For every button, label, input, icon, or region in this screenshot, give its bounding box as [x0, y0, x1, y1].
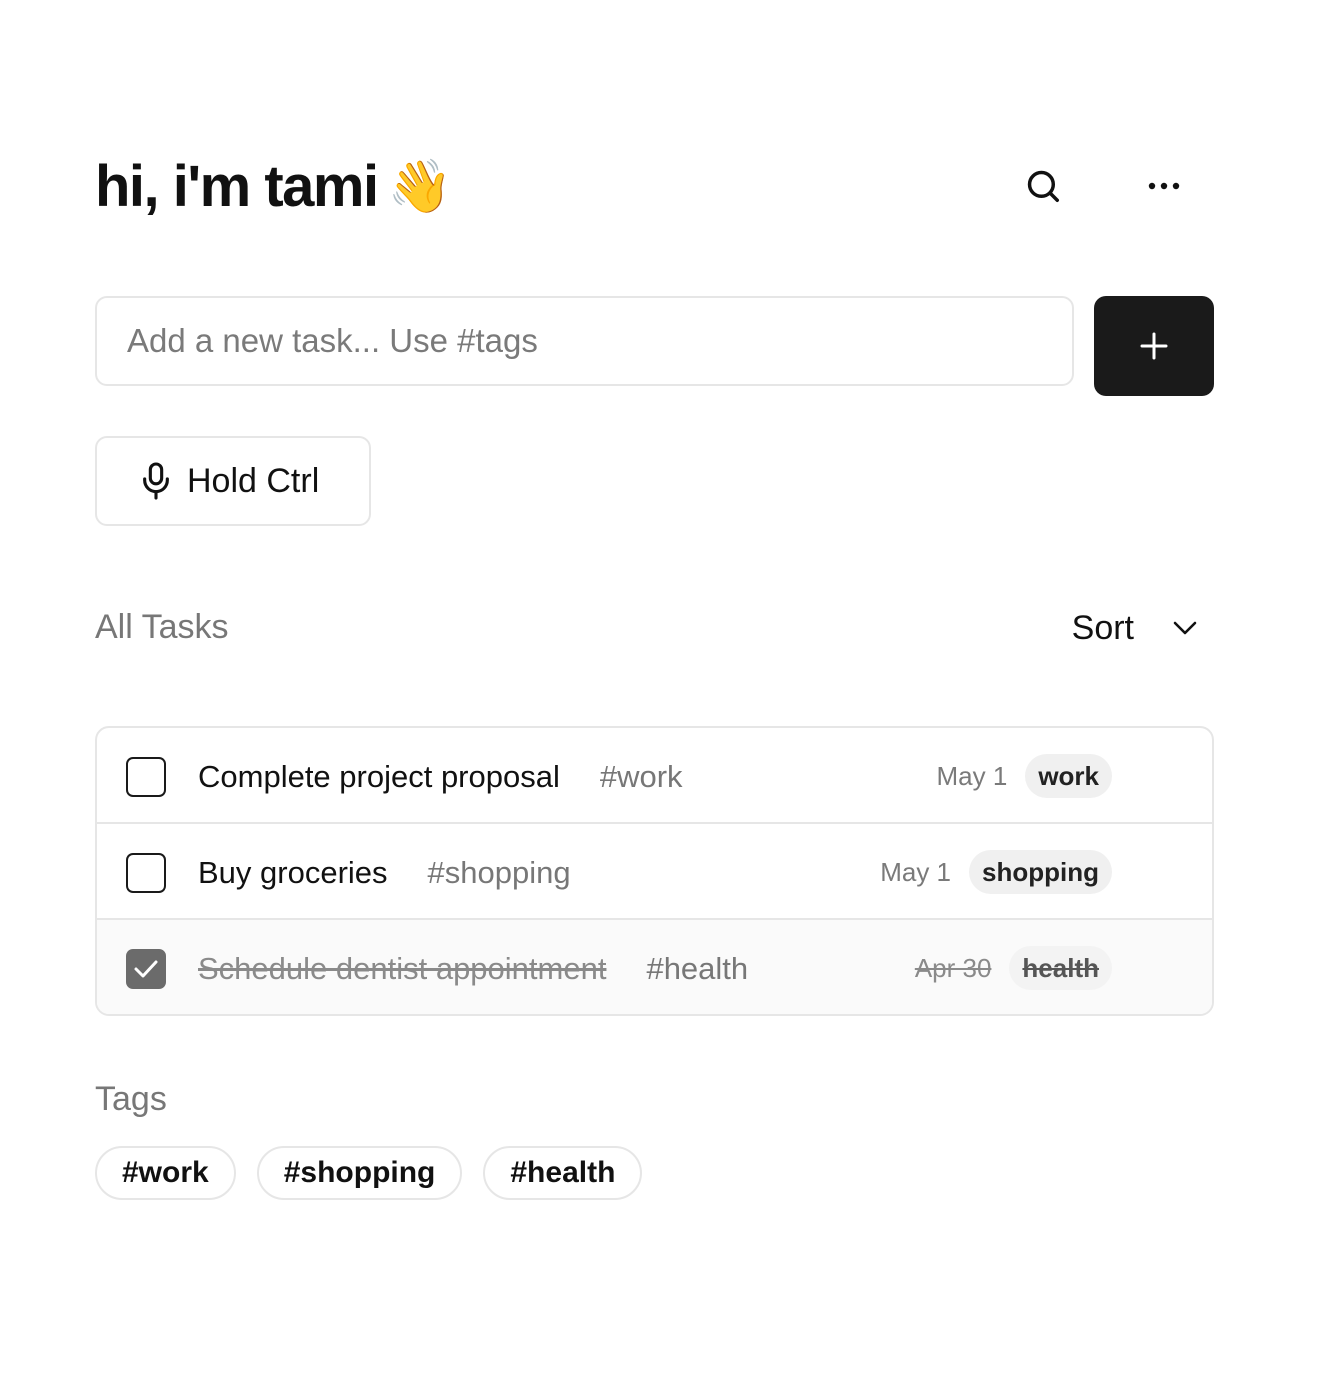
task-list: Complete project proposal #work May 1 wor… — [95, 726, 1214, 1016]
page-title-text: hi, i'm tami — [95, 154, 379, 219]
sort-label: Sort — [1071, 608, 1134, 647]
task-date: May 1 — [880, 856, 952, 887]
task-checkbox[interactable] — [126, 853, 166, 893]
plus-icon — [1140, 332, 1168, 360]
task-checkbox-checked[interactable] — [126, 949, 166, 989]
task-text[interactable]: Schedule dentist appointment #health — [198, 949, 748, 989]
microphone-icon — [143, 462, 169, 500]
tags-section-title: Tags — [95, 1080, 167, 1118]
waving-hand-emoji: 👋 — [387, 158, 453, 216]
new-task-field — [95, 296, 1074, 386]
voice-input-button[interactable]: Hold Ctrl — [95, 436, 371, 526]
task-name: Schedule dentist appointment — [198, 951, 607, 986]
task-text[interactable]: Complete project proposal #work — [198, 757, 683, 797]
task-row: Buy groceries #shopping May 1 shopping — [97, 824, 1212, 920]
task-meta: May 1 work — [936, 754, 1112, 798]
task-tag-chip[interactable]: work — [1025, 754, 1112, 798]
chevron-down-icon — [1173, 621, 1197, 635]
task-row: Complete project proposal #work May 1 wor… — [97, 728, 1212, 824]
task-inline-tag: #work — [599, 759, 683, 794]
task-tag-chip[interactable]: shopping — [969, 850, 1112, 894]
task-inline-tag: #health — [646, 951, 749, 986]
task-meta: Apr 30 health — [915, 946, 1112, 990]
task-row-completed: Schedule dentist appointment #health Apr … — [97, 920, 1212, 1014]
tag-filter-health[interactable]: #health — [483, 1146, 643, 1200]
more-horizontal-icon — [1148, 182, 1180, 190]
new-task-input[interactable] — [97, 298, 1072, 384]
tasks-section-header: All Tasks Sort — [95, 600, 1214, 656]
task-tag-chip[interactable]: health — [1009, 946, 1112, 990]
more-options-button[interactable] — [1136, 158, 1192, 214]
sort-dropdown[interactable]: Sort — [1072, 600, 1214, 656]
header: hi, i'm tami 👋 — [95, 150, 1214, 225]
search-button[interactable] — [1015, 158, 1071, 214]
tag-filter-work[interactable]: #work — [95, 1146, 236, 1200]
task-text[interactable]: Buy groceries #shopping — [198, 853, 571, 893]
task-date: May 1 — [936, 760, 1008, 791]
voice-button-label: Hold Ctrl — [187, 461, 320, 500]
task-checkbox[interactable] — [126, 757, 166, 797]
checkmark-icon — [134, 960, 158, 978]
search-icon — [1027, 170, 1059, 202]
tag-filter-shopping[interactable]: #shopping — [256, 1146, 463, 1200]
all-tasks-title: All Tasks — [95, 608, 229, 646]
add-task-button[interactable] — [1094, 296, 1214, 396]
task-inline-tag: #shopping — [427, 855, 571, 890]
tags-list: #work #shopping #health — [95, 1146, 663, 1200]
task-name: Buy groceries — [198, 855, 388, 890]
page-title: hi, i'm tami 👋 — [95, 154, 453, 220]
task-meta: May 1 shopping — [880, 850, 1112, 894]
task-date: Apr 30 — [914, 952, 992, 983]
task-name: Complete project proposal — [198, 759, 560, 794]
